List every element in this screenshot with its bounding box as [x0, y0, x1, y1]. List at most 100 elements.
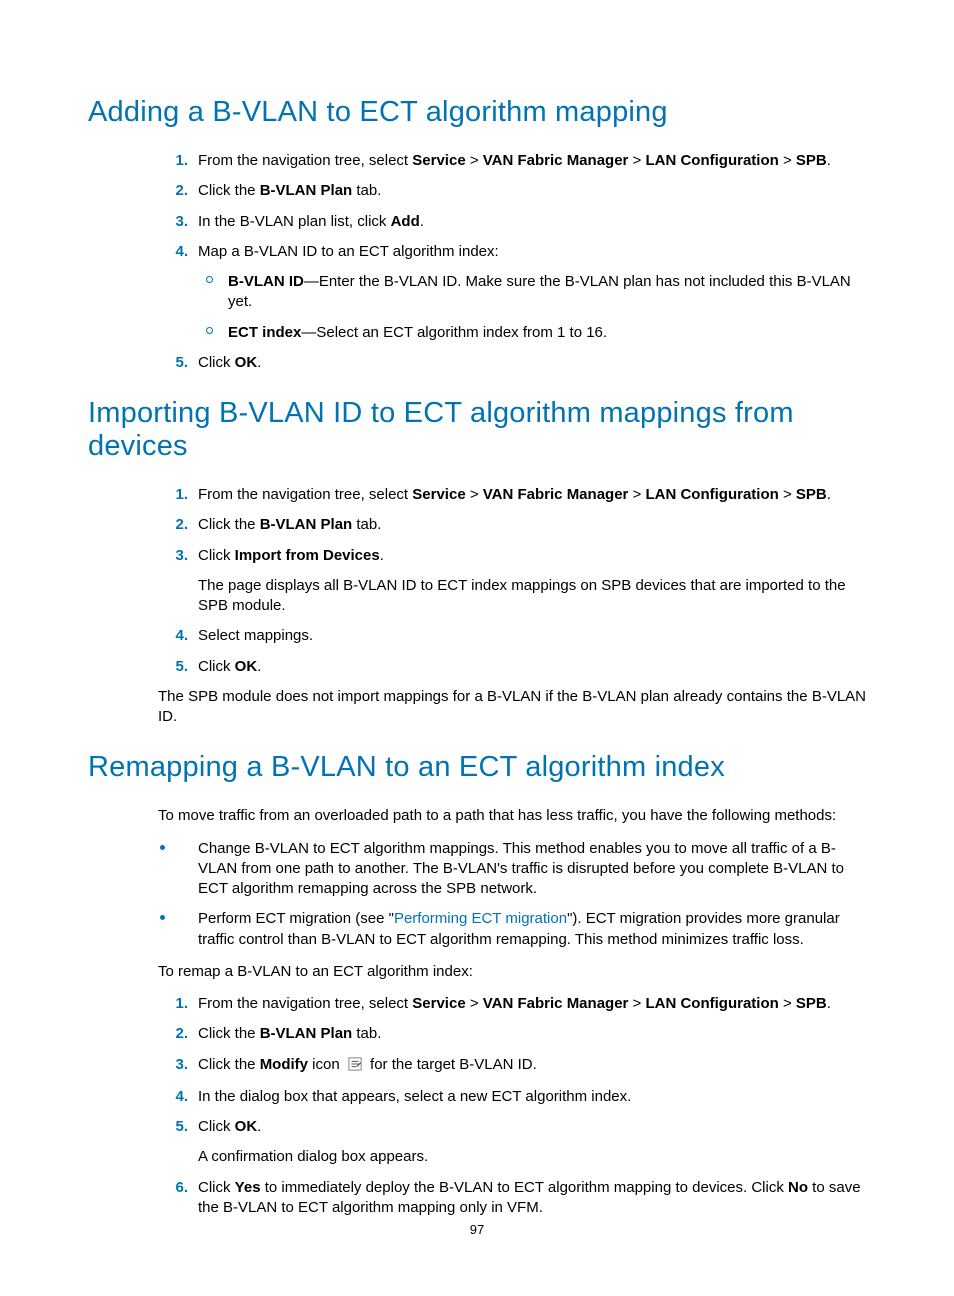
step: 4. Select mappings.	[198, 626, 866, 646]
bold: SPB	[796, 152, 827, 169]
bullet-icon	[160, 845, 165, 850]
text: —Enter the B-VLAN ID. Make sure the B-VL…	[228, 273, 851, 310]
text: icon	[308, 1056, 344, 1073]
steps-importing: 1. From the navigation tree, select Serv…	[88, 485, 866, 677]
bold: LAN Configuration	[645, 486, 778, 503]
step-number: 4.	[158, 242, 188, 262]
bold: Service	[412, 995, 465, 1012]
intro-text: To move traffic from an overloaded path …	[88, 806, 866, 826]
bold: Service	[412, 486, 465, 503]
step-number: 1.	[158, 994, 188, 1014]
step: 1. From the navigation tree, select Serv…	[198, 151, 866, 171]
text: In the B-VLAN plan list, click	[198, 213, 391, 230]
text: .	[827, 152, 831, 169]
text: Map a B-VLAN ID to an ECT algorithm inde…	[198, 243, 499, 260]
text: >	[779, 995, 796, 1012]
step: 2. Click the B-VLAN Plan tab.	[198, 515, 866, 535]
step-number: 4.	[158, 626, 188, 646]
text: Click the	[198, 516, 260, 533]
bold: OK	[235, 1118, 258, 1135]
bullet-icon	[206, 327, 213, 334]
list-item: Change B-VLAN to ECT algorithm mappings.…	[198, 839, 866, 900]
heading-adding-bvlan: Adding a B-VLAN to ECT algorithm mapping	[88, 96, 866, 129]
text: Click the	[198, 1025, 260, 1042]
text: .	[827, 995, 831, 1012]
bold: Service	[412, 152, 465, 169]
step: 4. Map a B-VLAN ID to an ECT algorithm i…	[198, 242, 866, 343]
text: .	[420, 213, 424, 230]
text: Click the	[198, 1056, 260, 1073]
bold: LAN Configuration	[645, 152, 778, 169]
step-note: The page displays all B-VLAN ID to ECT i…	[198, 576, 866, 617]
step: 4. In the dialog box that appears, selec…	[198, 1087, 866, 1107]
bold: OK	[235, 354, 258, 371]
bold: ECT index	[228, 324, 301, 341]
step-number: 2.	[158, 515, 188, 535]
text: tab.	[352, 1025, 381, 1042]
text: Click	[198, 1118, 235, 1135]
text: to immediately deploy the B-VLAN to ECT …	[261, 1179, 788, 1196]
text: Click	[198, 658, 235, 675]
step-number: 1.	[158, 151, 188, 171]
link-performing-ect-migration[interactable]: Performing ECT migration	[394, 910, 567, 927]
page-number: 97	[0, 1222, 954, 1237]
text: >	[466, 152, 483, 169]
text: Click	[198, 547, 235, 564]
step: 1. From the navigation tree, select Serv…	[198, 994, 866, 1014]
step-number: 3.	[158, 546, 188, 566]
step: 5. Click OK.	[198, 657, 866, 677]
heading-remapping: Remapping a B-VLAN to an ECT algorithm i…	[88, 751, 866, 784]
bold: No	[788, 1179, 808, 1196]
text: >	[779, 486, 796, 503]
text: Click	[198, 1179, 235, 1196]
steps-adding: 1. From the navigation tree, select Serv…	[88, 151, 866, 373]
bold: VAN Fabric Manager	[483, 152, 629, 169]
step-number: 4.	[158, 1087, 188, 1107]
text: —Select an ECT algorithm index from 1 to…	[301, 324, 607, 341]
bold: SPB	[796, 995, 827, 1012]
step: 5. Click OK.	[198, 353, 866, 373]
bold: Import from Devices	[235, 547, 380, 564]
step-number: 5.	[158, 1117, 188, 1137]
text: .	[257, 1118, 261, 1135]
bold: OK	[235, 658, 258, 675]
bold: LAN Configuration	[645, 995, 778, 1012]
substeps: B-VLAN ID—Enter the B-VLAN ID. Make sure…	[198, 272, 866, 343]
text: Click the	[198, 182, 260, 199]
substep: B-VLAN ID—Enter the B-VLAN ID. Make sure…	[228, 272, 866, 313]
text: tab.	[352, 516, 381, 533]
text: tab.	[352, 182, 381, 199]
text: >	[628, 995, 645, 1012]
text: for the target B-VLAN ID.	[366, 1056, 537, 1073]
text: Change B-VLAN to ECT algorithm mappings.…	[198, 840, 844, 898]
bold: B-VLAN Plan	[260, 182, 353, 199]
step-number: 5.	[158, 657, 188, 677]
substep: ECT index—Select an ECT algorithm index …	[228, 323, 866, 343]
text: .	[257, 354, 261, 371]
text: Perform ECT migration (see "	[198, 910, 394, 927]
page-content: Adding a B-VLAN to ECT algorithm mapping…	[0, 0, 954, 1218]
step-note: A confirmation dialog box appears.	[198, 1147, 866, 1167]
method-list: Change B-VLAN to ECT algorithm mappings.…	[88, 839, 866, 950]
bold: Modify	[260, 1056, 308, 1073]
step-number: 2.	[158, 181, 188, 201]
text: >	[628, 152, 645, 169]
list-item: Perform ECT migration (see "Performing E…	[198, 909, 866, 950]
step-number: 1.	[158, 485, 188, 505]
step: 3. Click Import from Devices. The page d…	[198, 546, 866, 617]
step-number: 3.	[158, 212, 188, 232]
bold: VAN Fabric Manager	[483, 995, 629, 1012]
modify-icon	[348, 1057, 362, 1077]
text: Click	[198, 354, 235, 371]
step-number: 3.	[158, 1055, 188, 1075]
text: >	[628, 486, 645, 503]
text: >	[466, 486, 483, 503]
bullet-icon	[160, 915, 165, 920]
bold: B-VLAN Plan	[260, 1025, 353, 1042]
section-note: The SPB module does not import mappings …	[88, 687, 866, 728]
text: .	[827, 486, 831, 503]
step-number: 6.	[158, 1178, 188, 1198]
step: 6. Click Yes to immediately deploy the B…	[198, 1178, 866, 1219]
text: From the navigation tree, select	[198, 486, 412, 503]
step: 2. Click the B-VLAN Plan tab.	[198, 181, 866, 201]
